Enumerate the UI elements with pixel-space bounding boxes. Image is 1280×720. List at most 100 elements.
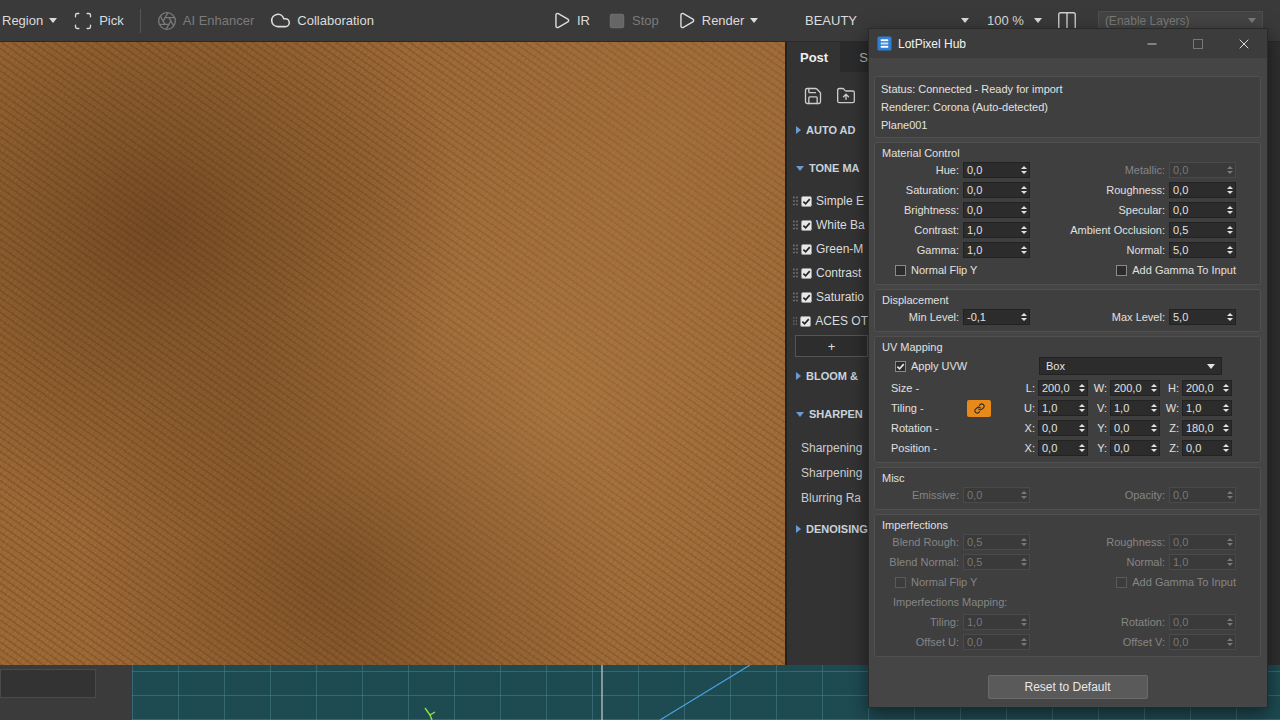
dropdown-arrow-icon[interactable] — [1034, 18, 1042, 23]
spinner-field[interactable]: 1,0 — [963, 242, 1030, 258]
expand-arrow-icon[interactable] — [796, 126, 801, 134]
spinner-arrows-icon[interactable] — [1019, 166, 1029, 174]
render-button[interactable]: Render — [677, 11, 759, 30]
spinner-arrows-icon[interactable] — [1149, 384, 1159, 392]
checkbox[interactable] — [801, 220, 812, 231]
section-header[interactable]: SHARPEN — [787, 402, 868, 426]
tone-map-item[interactable]: Green-M — [787, 237, 868, 261]
spinner-field[interactable]: 1,0 — [1038, 400, 1088, 416]
checkbox[interactable] — [801, 268, 812, 279]
dropdown-arrow-icon[interactable] — [49, 18, 57, 23]
mapping-select[interactable]: Box — [1039, 357, 1222, 375]
section-header[interactable]: TONE MA — [787, 156, 868, 180]
drag-handle-icon[interactable] — [793, 292, 798, 302]
spinner-field[interactable]: 0,0 — [963, 162, 1030, 178]
load-icon[interactable] — [836, 86, 856, 106]
dropdown-arrow-icon[interactable] — [750, 18, 758, 23]
spinner-field[interactable]: 0,0 — [963, 202, 1030, 218]
close-icon[interactable] — [1236, 36, 1252, 52]
spinner-field[interactable]: 200,0 — [1110, 380, 1160, 396]
spinner-field[interactable]: 5,0 — [1169, 309, 1236, 325]
spinner-arrows-icon[interactable] — [1225, 226, 1235, 234]
spinner-arrows-icon[interactable] — [1077, 444, 1087, 452]
title-bar[interactable]: LotPixel Hub — [869, 29, 1267, 58]
spinner-arrows-icon[interactable] — [1077, 424, 1087, 432]
spinner-arrows-icon[interactable] — [1019, 226, 1029, 234]
param-row[interactable]: Sharpening — [787, 460, 868, 485]
reset-button[interactable]: Reset to Default — [988, 675, 1148, 699]
spinner-arrows-icon[interactable] — [1077, 404, 1087, 412]
tab[interactable]: S — [840, 42, 868, 72]
checkbox[interactable] — [801, 196, 812, 207]
expand-arrow-icon[interactable] — [796, 412, 804, 417]
checkbox-box[interactable] — [895, 361, 906, 372]
spinner-arrows-icon[interactable] — [1019, 206, 1029, 214]
spinner-field[interactable]: 0,5 — [1169, 222, 1236, 238]
drag-handle-icon[interactable] — [793, 268, 798, 278]
spinner-field[interactable]: 1,0 — [1110, 400, 1160, 416]
tone-map-item[interactable]: Saturatio — [787, 285, 868, 309]
zoom-select[interactable]: 100 % — [987, 13, 1042, 28]
toolbar-button[interactable]: Pick — [73, 11, 124, 31]
drag-handle-icon[interactable] — [793, 316, 797, 326]
spinner-field[interactable]: 200,0 — [1182, 380, 1232, 396]
checkbox-box[interactable] — [895, 265, 906, 276]
render-button[interactable]: IR — [552, 11, 590, 30]
spinner-arrows-icon[interactable] — [1221, 384, 1231, 392]
checkbox-box[interactable] — [1116, 265, 1127, 276]
spinner-arrows-icon[interactable] — [1019, 186, 1029, 194]
spinner-field[interactable]: -0,1 — [963, 309, 1030, 325]
checkbox[interactable]: Add Gamma To Input — [1116, 264, 1236, 276]
spinner-arrows-icon[interactable] — [1019, 246, 1029, 254]
toolbar-button[interactable]: Collaboration — [270, 10, 374, 31]
checkbox[interactable] — [801, 244, 812, 255]
spinner-arrows-icon[interactable] — [1149, 404, 1159, 412]
close-button[interactable] — [1221, 29, 1267, 58]
section-header[interactable]: AUTO AD — [787, 118, 868, 142]
minimize-button[interactable] — [1129, 29, 1175, 58]
spinner-field[interactable]: 0,0 — [1182, 440, 1232, 456]
dropdown-arrow-icon[interactable] — [961, 18, 969, 23]
spinner-field[interactable]: 0,0 — [963, 182, 1030, 198]
spinner-arrows-icon[interactable] — [1221, 404, 1231, 412]
drag-handle-icon[interactable] — [793, 196, 798, 206]
spinner-field[interactable]: 0,0 — [1169, 202, 1236, 218]
dropdown-arrow-icon[interactable] — [1207, 364, 1215, 369]
expand-arrow-icon[interactable] — [796, 372, 801, 380]
spinner-field[interactable]: 200,0 — [1038, 380, 1088, 396]
spinner-field[interactable]: 180,0 — [1182, 420, 1232, 436]
spinner-field[interactable]: 1,0 — [1182, 400, 1232, 416]
spinner-arrows-icon[interactable] — [1221, 424, 1231, 432]
tone-map-item[interactable]: Contrast — [787, 261, 868, 285]
section-header[interactable]: BLOOM & — [787, 364, 868, 388]
spinner-arrows-icon[interactable] — [1221, 444, 1231, 452]
section-header[interactable]: DENOISING — [787, 517, 868, 541]
tone-map-item[interactable]: Simple E — [787, 189, 868, 213]
spinner-field[interactable]: 5,0 — [1169, 242, 1236, 258]
tab[interactable]: Post — [787, 42, 840, 72]
spinner-arrows-icon[interactable] — [1077, 384, 1087, 392]
lock-button[interactable] — [967, 400, 991, 417]
param-row[interactable]: Sharpening — [787, 435, 868, 460]
checkbox[interactable]: Normal Flip Y — [879, 264, 977, 276]
spinner-arrows-icon[interactable] — [1149, 444, 1159, 452]
drag-handle-icon[interactable] — [793, 220, 798, 230]
add-button[interactable]: + — [795, 335, 868, 357]
apply-uvw-checkbox[interactable]: Apply UVW — [895, 360, 967, 372]
spinner-field[interactable]: 1,0 — [963, 222, 1030, 238]
expand-arrow-icon[interactable] — [796, 525, 801, 533]
spinner-field[interactable]: 0,0 — [1110, 440, 1160, 456]
expand-arrow-icon[interactable] — [796, 166, 804, 171]
param-row[interactable]: Blurring Ra — [787, 485, 868, 510]
spinner-field[interactable]: 0,0 — [1169, 182, 1236, 198]
checkbox[interactable] — [801, 292, 812, 303]
spinner-field[interactable]: 0,0 — [1038, 420, 1088, 436]
tone-map-item[interactable]: White Ba — [787, 213, 868, 237]
spinner-arrows-icon[interactable] — [1225, 186, 1235, 194]
spinner-arrows-icon[interactable] — [1225, 206, 1235, 214]
drag-handle-icon[interactable] — [793, 244, 798, 254]
spinner-arrows-icon[interactable] — [1225, 313, 1235, 321]
spinner-field[interactable]: 0,0 — [1110, 420, 1160, 436]
save-icon[interactable] — [803, 86, 823, 106]
checkbox[interactable] — [800, 316, 811, 327]
